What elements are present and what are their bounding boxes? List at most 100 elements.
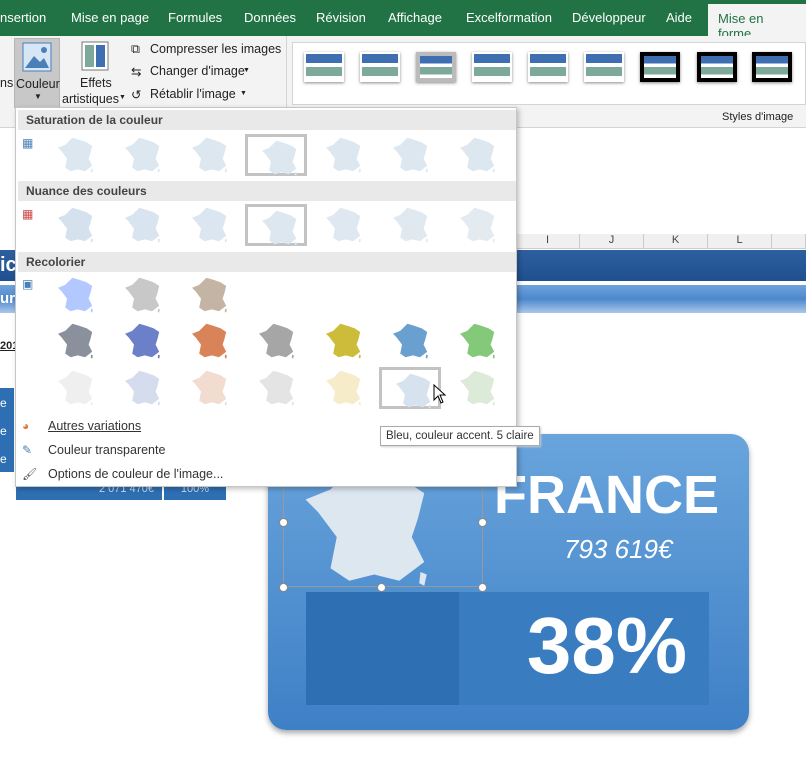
percent-label: 38% — [526, 601, 687, 690]
country-label: FRANCE — [494, 465, 719, 525]
compress-images-button[interactable]: Compresser les images — [150, 42, 281, 56]
saturation-icon: ▦ — [22, 136, 34, 150]
color-option-thumb[interactable] — [446, 320, 508, 362]
picture-style-thumb[interactable] — [640, 52, 680, 82]
styles-group-label: Styles d'image — [722, 111, 794, 123]
dropdown-arrow-icon: ▼ — [119, 94, 126, 101]
color-option-thumb[interactable] — [111, 204, 173, 246]
color-option-thumb[interactable] — [312, 204, 374, 246]
artistic-effects-icon — [81, 41, 109, 71]
color-option-thumb[interactable] — [111, 320, 173, 362]
color-option-thumb[interactable] — [245, 320, 307, 362]
section-saturation: Saturation de la couleur — [18, 110, 516, 130]
color-option-thumb[interactable] — [245, 367, 307, 409]
resize-handle[interactable] — [478, 583, 487, 592]
color-option-thumb[interactable] — [111, 274, 173, 316]
column-header[interactable]: J — [580, 234, 644, 249]
tab-4[interactable]: Révision — [316, 10, 366, 25]
color-option-thumb[interactable] — [379, 320, 441, 362]
more-variations-item[interactable]: Autres variations — [48, 419, 141, 433]
more-variations-icon: ◕ — [22, 419, 30, 433]
sheet-subtitle: ur — [0, 290, 15, 307]
dropdown-arrow-icon: ▼ — [34, 92, 42, 101]
resize-handle[interactable] — [478, 518, 487, 527]
corrections-button-partial[interactable]: ns — [0, 76, 13, 90]
color-option-thumb[interactable] — [111, 367, 173, 409]
picture-style-thumb[interactable] — [416, 52, 456, 82]
nuance-icon: ▦ — [22, 207, 34, 221]
picture-style-thumb[interactable] — [472, 52, 512, 82]
table-labels: e e e — [0, 388, 14, 472]
color-option-thumb[interactable] — [379, 134, 441, 176]
column-header[interactable]: L — [708, 234, 772, 249]
picture-icon — [22, 42, 52, 72]
color-option-thumb[interactable] — [446, 367, 508, 409]
row-label: e — [0, 452, 7, 466]
column-header[interactable]: I — [516, 234, 580, 249]
section-nuance: Nuance des couleurs — [18, 181, 516, 201]
color-option-thumb[interactable] — [379, 367, 441, 409]
picture-style-thumb[interactable] — [752, 52, 792, 82]
ribbon-tabs: nsertion Mise en page Formules Données Révis… — [0, 0, 806, 41]
column-header[interactable]: K — [644, 234, 708, 249]
reset-image-icon: ↺ — [131, 88, 142, 102]
tab-0[interactable]: nsertion — [0, 10, 46, 25]
row-label: e — [0, 424, 7, 438]
recolor-icon: ▣ — [22, 277, 34, 291]
change-image-icon: ⇆ — [131, 65, 142, 79]
tab-3[interactable]: Données — [244, 10, 296, 25]
color-option-thumb[interactable] — [178, 204, 240, 246]
picture-style-thumb[interactable] — [528, 52, 568, 82]
reset-image-button[interactable]: Rétablir l'image — [150, 87, 236, 101]
color-option-thumb[interactable] — [44, 274, 106, 316]
color-option-thumb[interactable] — [44, 204, 106, 246]
transparent-color-icon: ✎ — [22, 443, 33, 457]
color-option-thumb[interactable] — [312, 320, 374, 362]
effets-label[interactable]: Effets — [80, 76, 112, 90]
picture-style-thumb[interactable] — [584, 52, 624, 82]
percent-bar: 38% — [306, 592, 709, 705]
picture-style-thumb[interactable] — [304, 52, 344, 82]
resize-handle[interactable] — [279, 518, 288, 527]
tab-2[interactable]: Formules — [168, 10, 222, 25]
percent-bar-fill — [306, 592, 460, 705]
amount-label: 793 619€ — [564, 534, 673, 564]
color-option-thumb[interactable] — [44, 134, 106, 176]
color-option-thumb[interactable] — [446, 134, 508, 176]
picture-style-thumb[interactable] — [360, 52, 400, 82]
color-option-thumb[interactable] — [446, 204, 508, 246]
color-options-item[interactable]: Options de couleur de l'image... — [48, 467, 223, 481]
color-option-thumb[interactable] — [178, 367, 240, 409]
row-label: e — [0, 396, 7, 410]
color-option-thumb[interactable] — [245, 134, 307, 176]
tab-6[interactable]: Excelformation — [466, 10, 552, 25]
tab-9[interactable]: Mise en forme — [708, 4, 806, 41]
tab-5[interactable]: Affichage — [388, 10, 442, 25]
tab-8[interactable]: Aide — [666, 10, 692, 25]
color-option-thumb[interactable] — [312, 134, 374, 176]
color-option-thumb[interactable] — [44, 367, 106, 409]
color-option-thumb[interactable] — [178, 134, 240, 176]
color-option-thumb[interactable] — [245, 204, 307, 246]
dropdown-arrow-icon: ▼ — [243, 67, 250, 74]
tab-1[interactable]: Mise en page — [71, 10, 149, 25]
color-option-thumb[interactable] — [111, 134, 173, 176]
tab-7[interactable]: Développeur — [572, 10, 646, 25]
column-header[interactable] — [772, 234, 806, 249]
artistiques-label[interactable]: artistiques — [62, 92, 119, 106]
color-option-thumb[interactable] — [379, 204, 441, 246]
couleur-button[interactable]: Couleur ▼ — [14, 38, 60, 108]
resize-handle[interactable] — [377, 583, 386, 592]
resize-handle[interactable] — [279, 583, 288, 592]
couleur-label: Couleur — [16, 77, 60, 91]
color-option-thumb[interactable] — [178, 274, 240, 316]
color-option-thumb[interactable] — [178, 320, 240, 362]
compress-icon: ⧉ — [131, 42, 140, 56]
color-options-icon: 🖌 — [22, 467, 38, 481]
tooltip: Bleu, couleur accent. 5 claire — [380, 426, 540, 446]
color-option-thumb[interactable] — [312, 367, 374, 409]
change-image-button[interactable]: Changer d'image — [150, 64, 245, 78]
picture-style-thumb[interactable] — [697, 52, 737, 82]
color-option-thumb[interactable] — [44, 320, 106, 362]
transparent-color-item[interactable]: Couleur transparente — [48, 443, 165, 457]
